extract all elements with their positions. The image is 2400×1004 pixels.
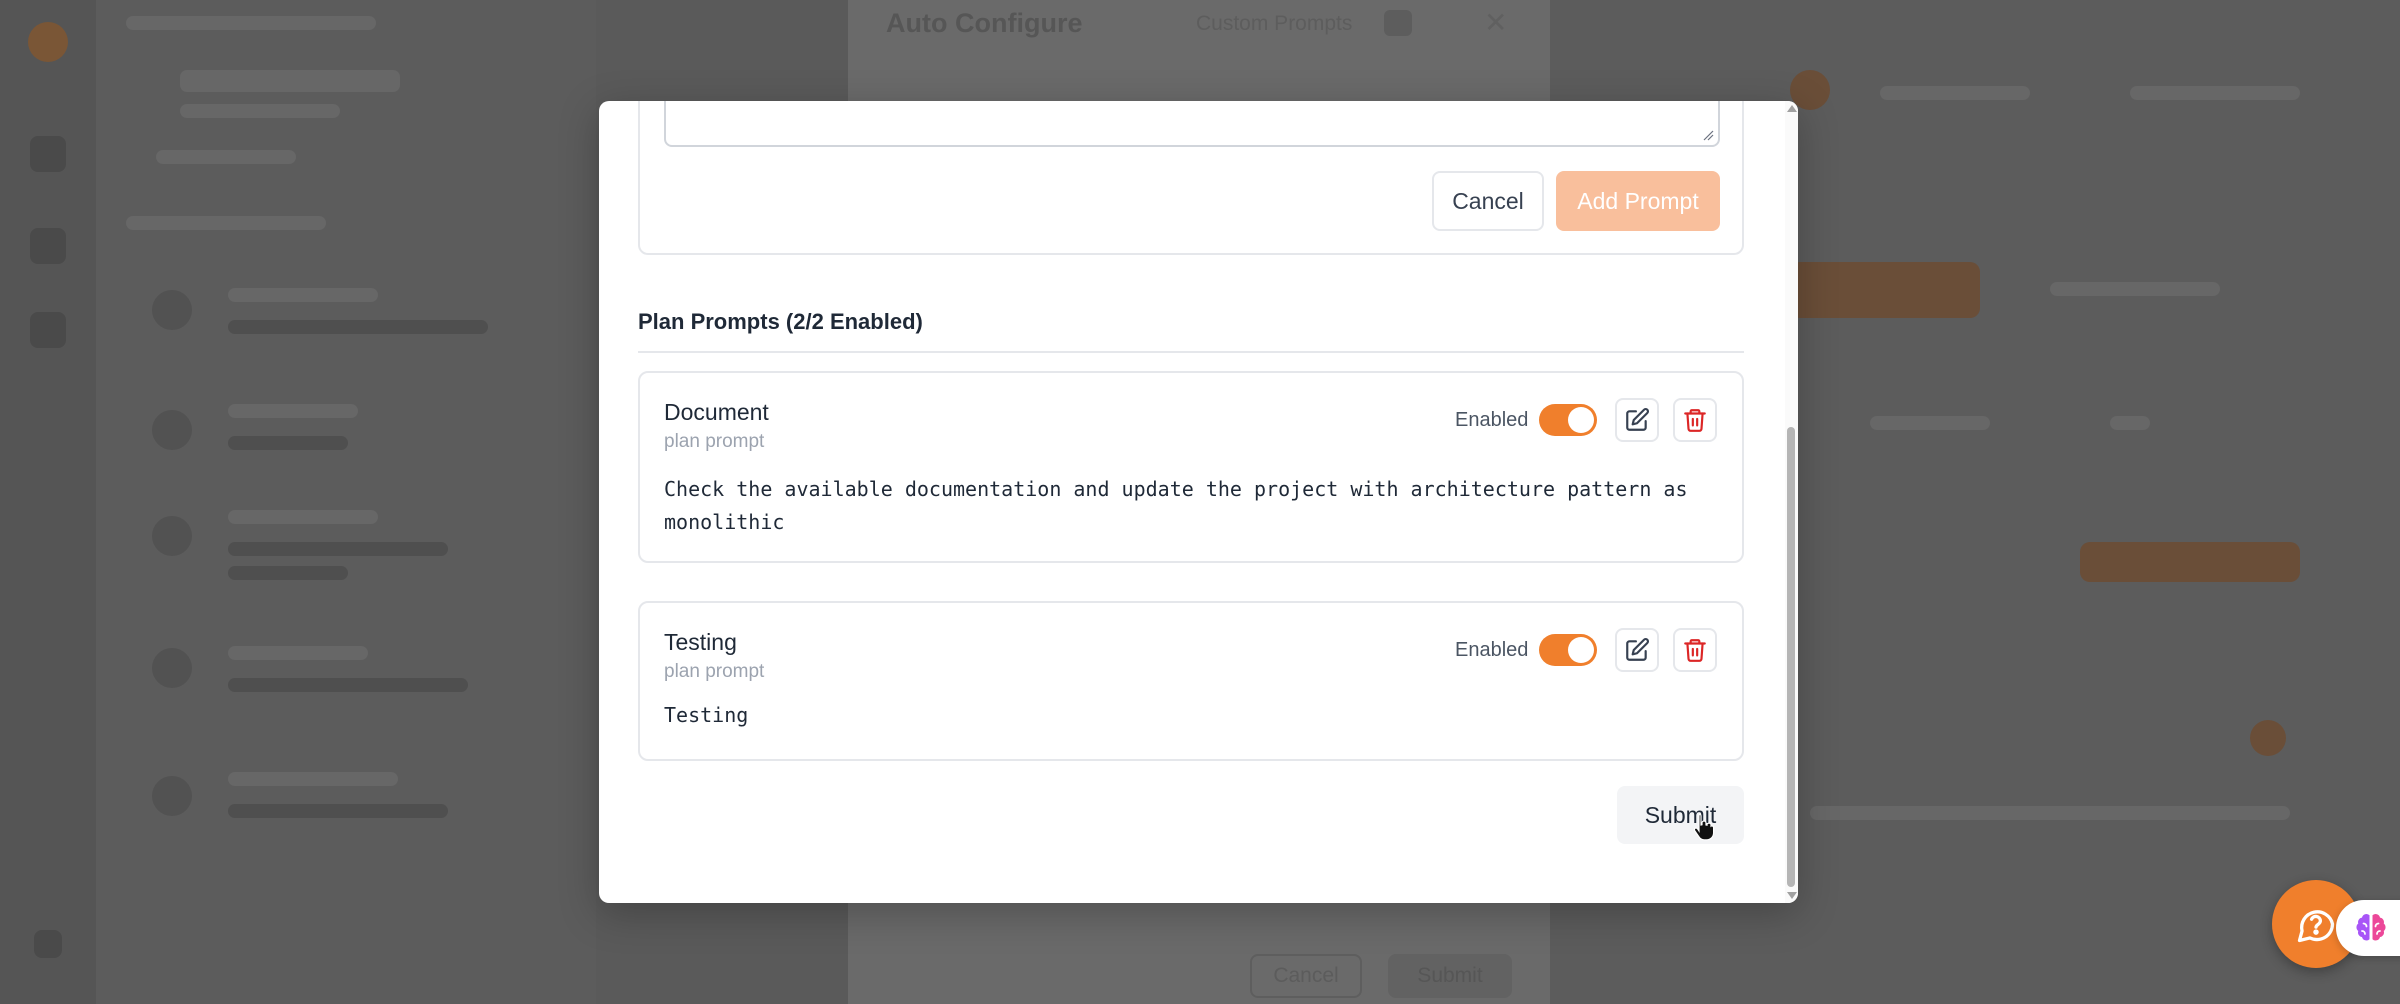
brain-icon [2356,914,2386,941]
prompt-name: Document [664,399,769,425]
background-close-icon: ✕ [1484,7,1508,38]
prompt-status: Enabled [1455,409,1529,431]
prompt-name: Testing [664,629,737,655]
background-submit-button: Submit [1388,954,1512,998]
background-list-panel [96,0,596,1004]
edit-button[interactable] [1615,628,1659,672]
modal-scroll-area[interactable]: Cancel Add Prompt Plan Prompts (2/2 Enab… [599,101,1785,903]
trash-icon [1684,409,1706,432]
background-dialog-title: Auto Configure [886,8,1083,38]
trash-icon [1684,639,1706,662]
prompt-type: plan prompt [664,661,765,682]
background-dialog-tab: Custom Prompts [1196,12,1353,35]
add-prompt-form: Cancel Add Prompt [638,101,1744,255]
prompt-card-document: Document plan prompt Enabled Check the a… [638,371,1744,563]
edit-icon [1626,638,1649,661]
help-chat-icon [2297,910,2335,943]
scrollbar-thumb[interactable] [1787,427,1795,887]
ai-assistant-button[interactable] [2336,900,2400,956]
background-dialog-badge [1384,10,1412,36]
scroll-up-icon[interactable] [1787,105,1797,112]
prompt-status: Enabled [1455,639,1529,661]
prompt-type: plan prompt [664,431,765,452]
background-cancel-button: Cancel [1250,954,1362,998]
submit-button[interactable]: Submit [1617,786,1744,844]
edit-button[interactable] [1615,398,1659,442]
resize-grip-icon[interactable] [1702,129,1714,141]
enabled-toggle[interactable] [1539,634,1597,666]
background-nav-icon [30,228,66,264]
delete-button[interactable] [1673,398,1717,442]
enabled-toggle[interactable] [1539,404,1597,436]
background-nav-rail [0,0,96,1004]
modal-scrollbar[interactable] [1785,101,1798,903]
section-divider [638,351,1744,353]
prompt-text: Testing [664,703,749,727]
section-title: Plan Prompts (2/2 Enabled) [638,309,923,334]
prompt-text: Check the available documentation and up… [664,477,1688,534]
background-nav-icon [34,930,62,958]
scroll-down-icon[interactable] [1787,892,1797,899]
background-logo [28,22,68,62]
hand-cursor-icon [1693,813,1715,841]
background-nav-icon [30,312,66,348]
toggle-knob [1568,407,1594,433]
delete-button[interactable] [1673,628,1717,672]
cancel-button[interactable]: Cancel [1432,171,1544,231]
edit-icon [1626,408,1649,431]
background-nav-icon [30,136,66,172]
custom-prompts-modal: Cancel Add Prompt Plan Prompts (2/2 Enab… [599,101,1798,903]
toggle-knob [1568,637,1594,663]
prompt-card-testing: Testing plan prompt Enabled Testing [638,601,1744,761]
add-prompt-button[interactable]: Add Prompt [1556,171,1720,231]
prompt-textarea[interactable] [664,101,1720,147]
